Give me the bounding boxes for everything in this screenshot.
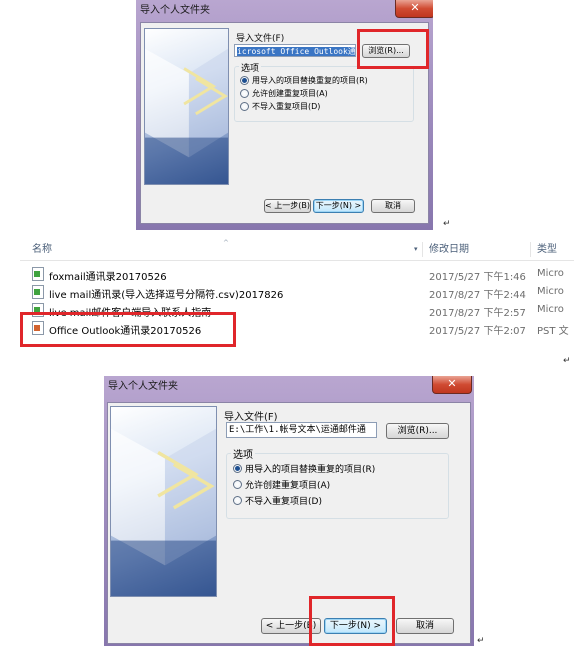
column-divider[interactable] bbox=[422, 242, 423, 257]
option-skip-duplicates[interactable]: 不导入重复项目(D) bbox=[240, 101, 320, 112]
next-button[interactable]: 下一步(N) > bbox=[313, 199, 364, 213]
window-title: 导入个人文件夹 bbox=[140, 5, 210, 16]
window-title: 导入个人文件夹 bbox=[108, 381, 178, 392]
file-modified: 2017/5/27 下午2:07 bbox=[429, 326, 526, 337]
sort-arrow-icon: ^ bbox=[223, 239, 229, 247]
option-skip-duplicates[interactable]: 不导入重复项目(D) bbox=[233, 494, 322, 507]
option-allow-duplicates[interactable]: 允许创建重复项目(A) bbox=[240, 88, 328, 99]
radio-icon bbox=[233, 480, 242, 489]
radio-icon bbox=[233, 464, 242, 473]
option-replace-duplicates[interactable]: 用导入的项目替换重复的项目(R) bbox=[233, 462, 375, 475]
close-button[interactable]: ✕ bbox=[395, 0, 433, 18]
file-name: foxmail通讯录20170526 bbox=[49, 272, 167, 283]
paragraph-mark: ↵ bbox=[443, 219, 451, 229]
import-path-input[interactable]: E:\工作\1.帐号文本\运通邮件通 bbox=[226, 422, 377, 438]
cancel-button[interactable]: 取消 bbox=[396, 618, 454, 634]
column-header-modified[interactable]: 修改日期 bbox=[429, 238, 469, 261]
file-type: PST 文 bbox=[537, 326, 569, 337]
column-dropdown-icon[interactable]: ▾ bbox=[414, 238, 418, 261]
highlight-browse-button bbox=[357, 29, 429, 69]
wizard-illustration bbox=[110, 406, 217, 597]
radio-icon bbox=[233, 496, 242, 505]
file-type: Micro bbox=[537, 286, 564, 297]
import-dialog-bottom: 导入个人文件夹 ✕ 导入文件(F) E:\工作\1.帐号文本\运通邮件通 浏览(… bbox=[104, 376, 474, 646]
back-button[interactable]: < 上一步(B) bbox=[264, 199, 311, 213]
option-allow-duplicates[interactable]: 允许创建重复项目(A) bbox=[233, 478, 330, 491]
file-modified: 2017/5/27 下午1:46 bbox=[429, 272, 526, 283]
csv-file-icon bbox=[32, 285, 44, 299]
column-header-name[interactable]: 名称 bbox=[32, 238, 52, 261]
file-modified: 2017/8/27 下午2:44 bbox=[429, 290, 526, 301]
import-path-input[interactable]: icrosoft Office Outlook通.pst bbox=[234, 44, 356, 57]
file-type: Micro bbox=[537, 268, 564, 279]
radio-icon bbox=[240, 76, 249, 85]
highlight-pst-file bbox=[20, 312, 236, 347]
option-label: 允许创建重复项目(A) bbox=[245, 481, 331, 491]
path-selected-text: icrosoft Office Outlook通.pst bbox=[237, 47, 355, 56]
import-file-label: 导入文件(F) bbox=[236, 34, 285, 44]
paragraph-mark: ↵ bbox=[477, 636, 485, 646]
browse-button[interactable]: 浏览(R)... bbox=[386, 423, 449, 439]
option-label: 不导入重复项目(D) bbox=[245, 497, 322, 507]
column-divider[interactable] bbox=[530, 242, 531, 257]
file-modified: 2017/8/27 下午2:57 bbox=[429, 308, 526, 319]
option-label: 用导入的项目替换重复的项目(R) bbox=[252, 76, 368, 85]
file-type: Micro bbox=[537, 304, 564, 315]
options-label: 选项 bbox=[231, 446, 255, 461]
file-row[interactable]: foxmail通讯录20170526 2017/5/27 下午1:46 Micr… bbox=[20, 265, 574, 283]
option-label: 用导入的项目替换重复的项目(R) bbox=[245, 465, 376, 475]
paragraph-mark: ↵ bbox=[563, 356, 571, 366]
option-replace-duplicates[interactable]: 用导入的项目替换重复的项目(R) bbox=[240, 75, 368, 86]
radio-icon bbox=[240, 102, 249, 111]
wizard-illustration bbox=[144, 28, 229, 185]
file-row[interactable]: live mail通讯录(导入选择逗号分隔符.csv)2017826 2017/… bbox=[20, 283, 574, 301]
option-label: 允许创建重复项目(A) bbox=[252, 89, 328, 98]
file-list-header: 名称 ^ ▾ 修改日期 类型 bbox=[20, 238, 574, 261]
column-header-type[interactable]: 类型 bbox=[537, 238, 557, 261]
close-button[interactable]: ✕ bbox=[432, 376, 472, 394]
file-name: live mail通讯录(导入选择逗号分隔符.csv)2017826 bbox=[49, 290, 284, 301]
radio-icon bbox=[240, 89, 249, 98]
highlight-next-button bbox=[309, 596, 395, 646]
options-label: 选项 bbox=[239, 61, 262, 74]
option-label: 不导入重复项目(D) bbox=[252, 102, 321, 111]
import-file-label: 导入文件(F) bbox=[224, 412, 278, 423]
cancel-button[interactable]: 取消 bbox=[371, 199, 415, 213]
csv-file-icon bbox=[32, 267, 44, 281]
